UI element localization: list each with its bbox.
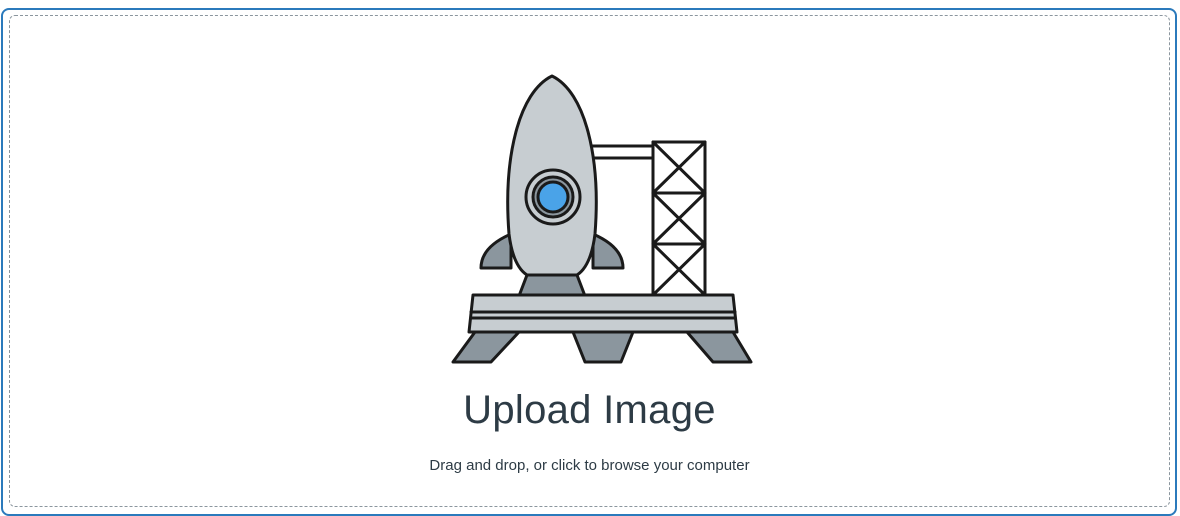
upload-instructions: Drag and drop, or click to browse your c…: [429, 457, 750, 474]
upload-title: Upload Image: [463, 388, 716, 432]
upload-image-dropzone[interactable]: Upload Image Drag and drop, or click to …: [9, 15, 1170, 507]
rocket-launchpad-icon: [451, 74, 753, 364]
